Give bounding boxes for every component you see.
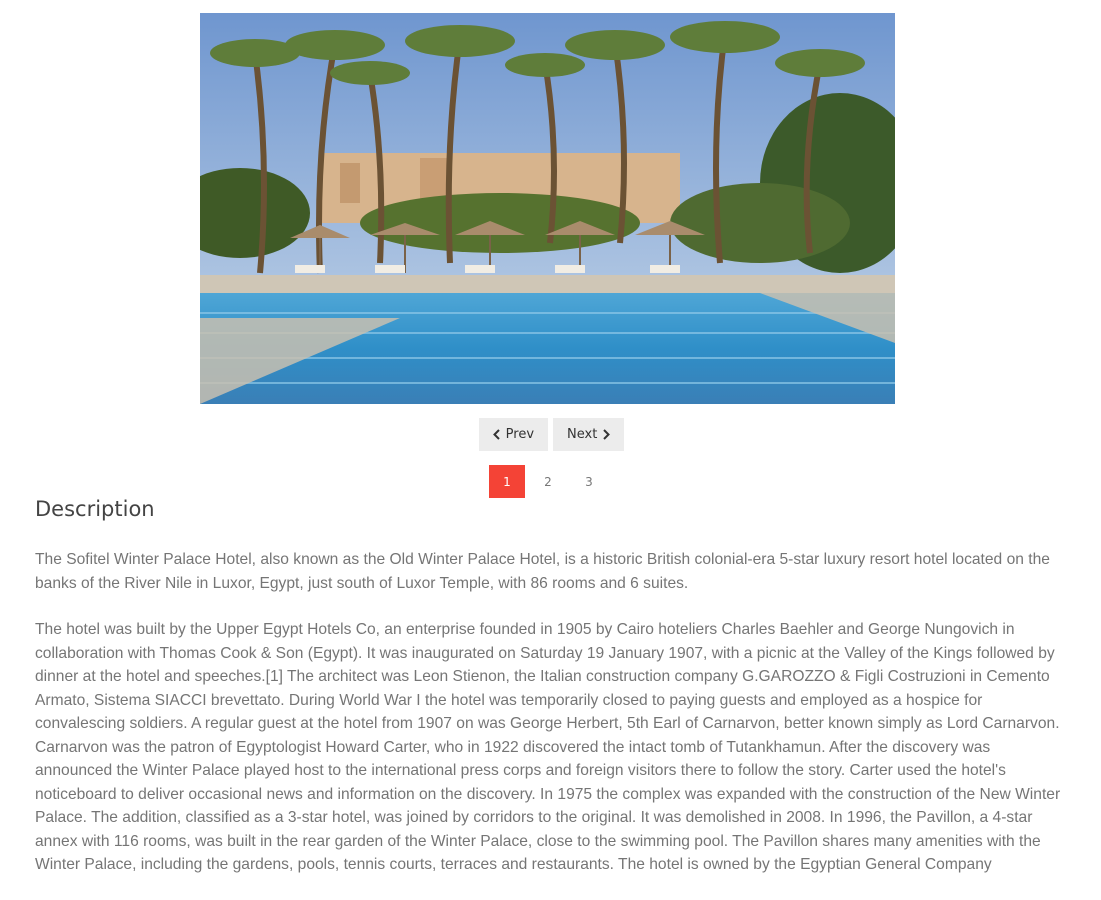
page-2[interactable]: 2 bbox=[530, 465, 566, 498]
next-button[interactable]: Next bbox=[553, 418, 625, 451]
chevron-right-icon bbox=[603, 429, 611, 440]
description-body: The Sofitel Winter Palace Hotel, also kn… bbox=[35, 548, 1065, 900]
next-label: Next bbox=[567, 427, 598, 442]
chevron-left-icon bbox=[492, 429, 500, 440]
page-1[interactable]: 1 bbox=[489, 465, 525, 498]
description-heading: Description bbox=[35, 497, 155, 521]
pagination: 1 2 3 bbox=[489, 465, 607, 498]
description-paragraph: The hotel was built by the Upper Egypt H… bbox=[35, 621, 1061, 873]
prev-button[interactable]: Prev bbox=[478, 418, 549, 451]
gallery-nav: Prev Next bbox=[0, 418, 1101, 451]
page-3[interactable]: 3 bbox=[571, 465, 607, 498]
description-paragraph: The Sofitel Winter Palace Hotel, also kn… bbox=[35, 551, 1050, 592]
prev-label: Prev bbox=[505, 427, 535, 442]
hotel-pool-photo bbox=[200, 13, 895, 404]
